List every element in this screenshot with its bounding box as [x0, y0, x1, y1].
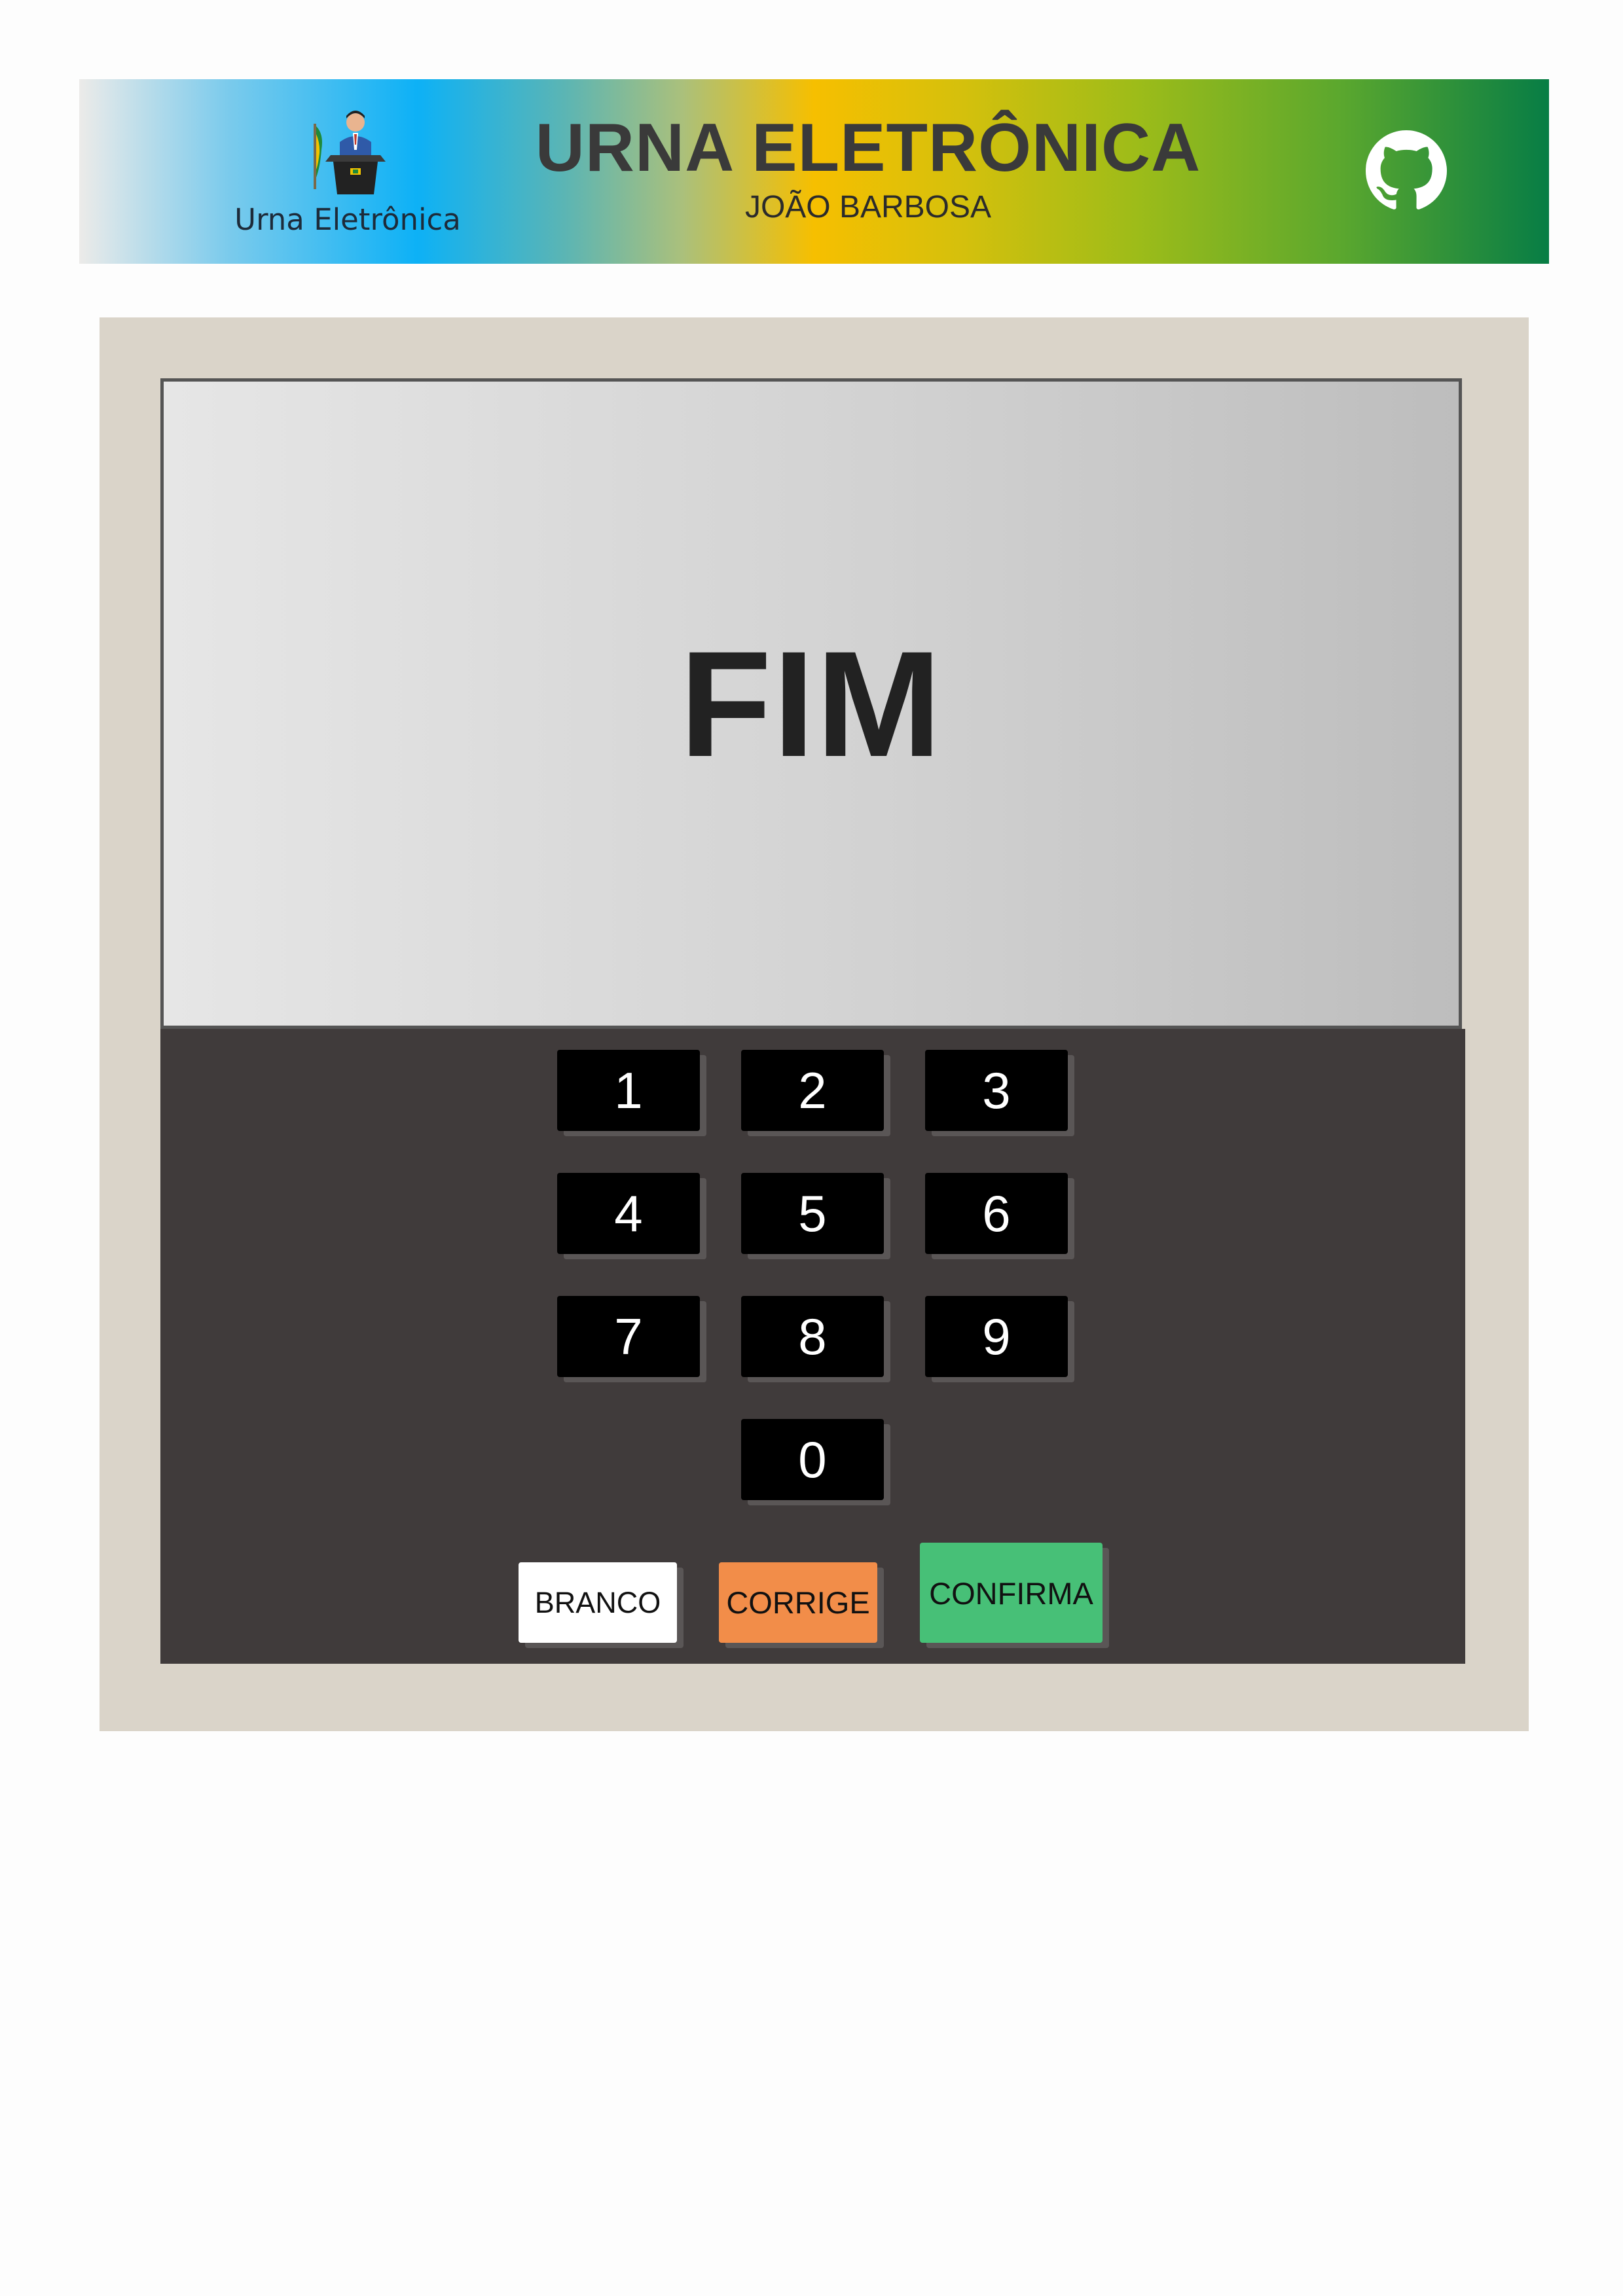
screen-message: FIM: [680, 619, 943, 788]
key-6[interactable]: 6: [925, 1173, 1068, 1254]
key-5[interactable]: 5: [741, 1173, 884, 1254]
corrige-button[interactable]: CORRIGE: [719, 1562, 877, 1643]
voter-logo-icon: [314, 111, 386, 194]
page-subtitle: JOÃO BARBOSA: [744, 190, 992, 224]
header-banner: Urna Eletrônica URNA ELETRÔNICA JOÃO BAR…: [79, 79, 1549, 264]
confirma-button[interactable]: CONFIRMA: [920, 1543, 1103, 1643]
page-title: URNA ELETRÔNICA: [535, 110, 1201, 186]
voting-machine: FIM 1 2 3 4 5 6 7 8 9 0 BRANCO CORRIGE C…: [100, 317, 1529, 1731]
logo-text: Urna Eletrônica: [234, 202, 461, 237]
page: Urna Eletrônica URNA ELETRÔNICA JOÃO BAR…: [0, 0, 1623, 2296]
logo: Urna Eletrônica: [230, 104, 472, 242]
key-4[interactable]: 4: [557, 1173, 700, 1254]
key-1[interactable]: 1: [557, 1050, 700, 1131]
github-link[interactable]: [1366, 130, 1447, 211]
urna-screen: FIM: [160, 378, 1462, 1029]
key-7[interactable]: 7: [557, 1296, 700, 1377]
key-2[interactable]: 2: [741, 1050, 884, 1131]
key-3[interactable]: 3: [925, 1050, 1068, 1131]
github-icon: [1366, 130, 1447, 209]
key-0[interactable]: 0: [741, 1419, 884, 1500]
key-9[interactable]: 9: [925, 1296, 1068, 1377]
key-8[interactable]: 8: [741, 1296, 884, 1377]
urna-keyboard: 1 2 3 4 5 6 7 8 9 0 BRANCO CORRIGE CONFI…: [160, 1029, 1465, 1664]
branco-button[interactable]: BRANCO: [519, 1562, 677, 1643]
